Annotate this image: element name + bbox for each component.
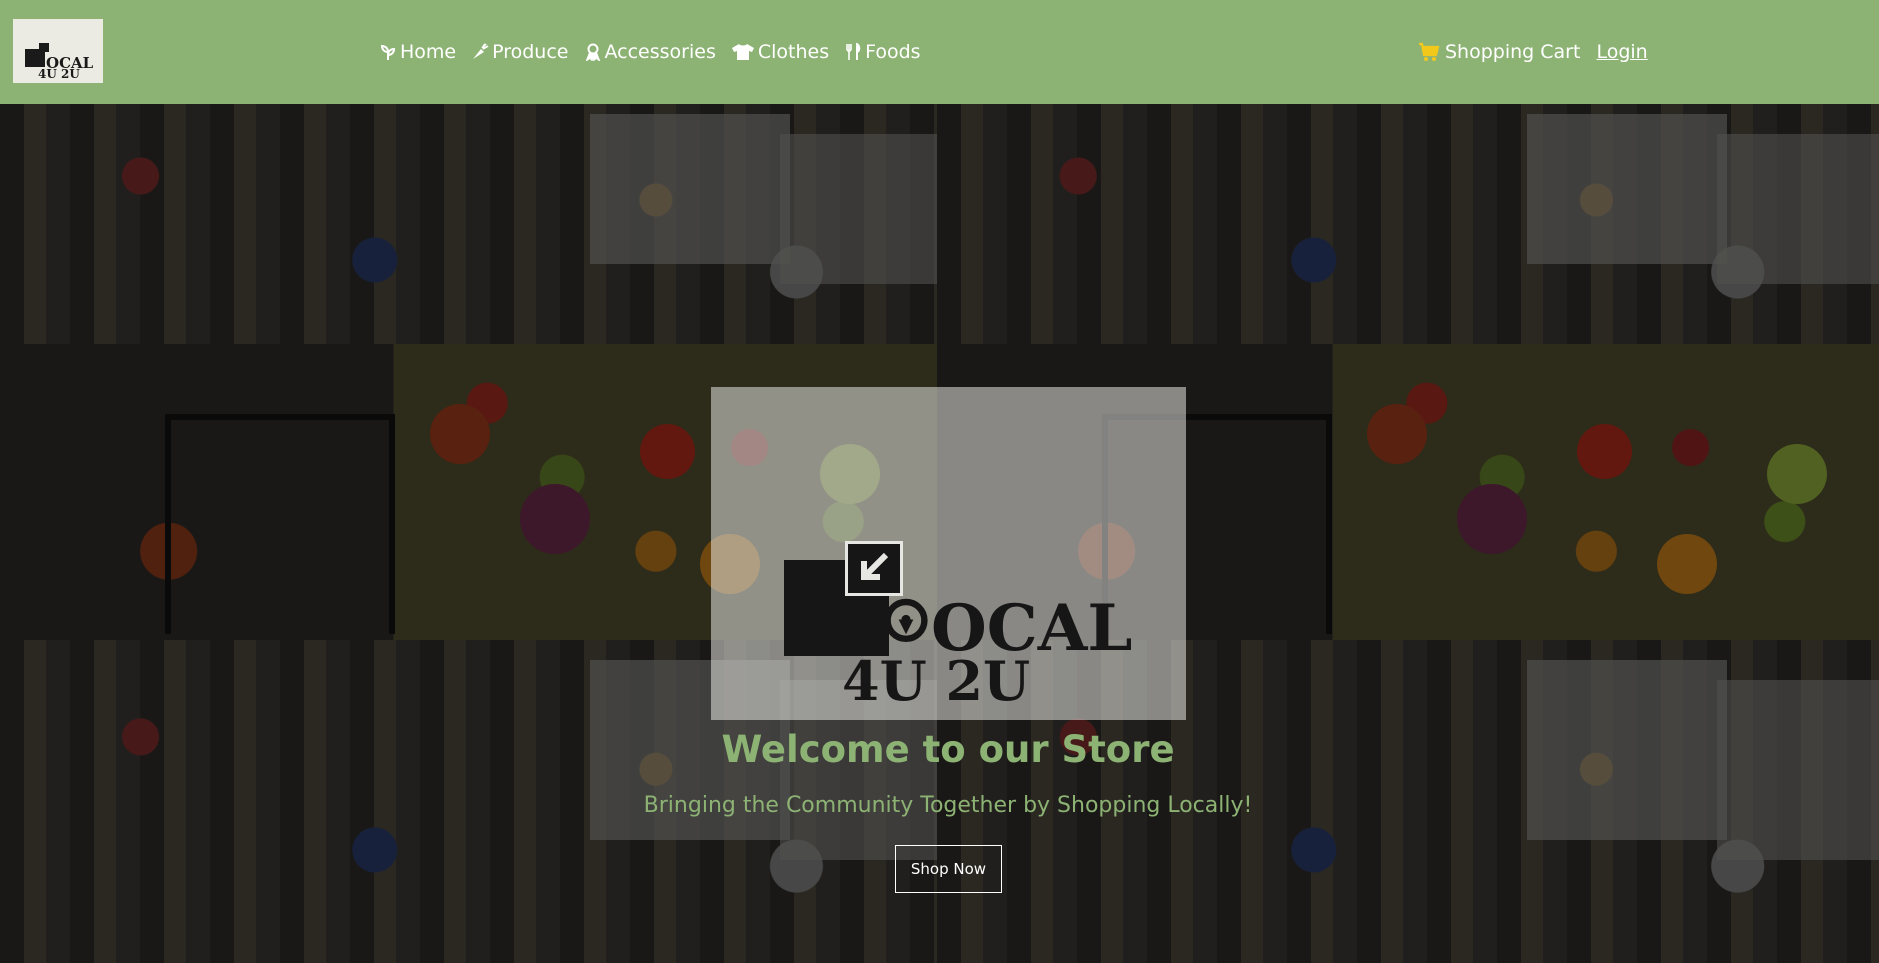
nav-produce[interactable]: Produce — [471, 41, 569, 63]
nav-foods-label: Foods — [865, 41, 921, 63]
nav-produce-label: Produce — [492, 41, 569, 63]
logo-text-line2: 4U 2U — [38, 67, 80, 81]
nav-home[interactable]: Home — [379, 41, 456, 63]
ribbon-icon — [584, 43, 602, 61]
store-logo-panel: OCAL 4U 2U — [711, 387, 1186, 720]
logo-text-line2: 4U 2U — [842, 649, 1031, 713]
logo-arrow-box — [39, 43, 49, 52]
nav-accessories[interactable]: Accessories — [584, 41, 716, 63]
arrow-down-left-icon — [861, 552, 889, 580]
login-link[interactable]: Login — [1596, 41, 1647, 63]
nav-clothes[interactable]: Clothes — [731, 41, 829, 63]
nav-foods[interactable]: Foods — [844, 41, 921, 63]
location-pin-icon — [884, 598, 928, 643]
nav-clothes-label: Clothes — [757, 41, 830, 63]
brand-logo[interactable]: OCAL 4U 2U — [13, 19, 103, 83]
shopping-cart-icon — [1418, 42, 1440, 62]
utensils-icon — [844, 43, 862, 61]
shopping-cart-link[interactable]: Shopping Cart — [1418, 41, 1580, 63]
nav-home-label: Home — [400, 41, 457, 63]
nav-accessories-label: Accessories — [604, 41, 716, 63]
main-nav: Home Produce Accessories Clothes Foods — [379, 0, 936, 104]
top-navbar: OCAL 4U 2U Home Produce Accessories Clot… — [0, 0, 1879, 104]
logo-arrow-box — [845, 541, 903, 596]
carrot-icon — [471, 43, 489, 61]
shirt-icon — [731, 43, 755, 61]
hero-title: Welcome to our Store — [721, 728, 1175, 771]
shopping-cart-label: Shopping Cart — [1445, 41, 1581, 63]
sprout-icon — [379, 43, 397, 61]
nav-right-group: Shopping Cart Login — [1418, 0, 1648, 104]
shop-now-button[interactable]: Shop Now — [895, 845, 1002, 893]
hero-subtitle: Bringing the Community Together by Shopp… — [643, 793, 1253, 818]
